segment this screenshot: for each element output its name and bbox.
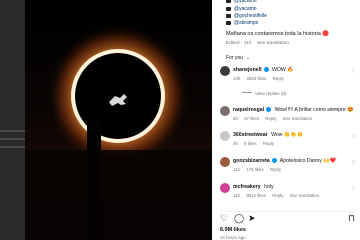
for-you-dropdown[interactable]: For you ⌄ <box>226 55 250 61</box>
heart-icon[interactable]: ♡ <box>352 109 356 115</box>
camera-icon <box>226 7 231 11</box>
avatar[interactable] <box>220 66 230 76</box>
comment-username[interactable]: shanejonell <box>233 67 262 73</box>
share-icon[interactable]: ➤ <box>248 214 256 223</box>
post-sidebar: @yacamo @yacamo @gochestifelle @sbramps … <box>212 0 360 240</box>
post-photo[interactable] <box>25 0 212 240</box>
comment-text: holy <box>264 184 274 190</box>
comment-item: gonzsbizarreta Apoteósico Danny 🙌❤️ 11h … <box>220 157 360 177</box>
ground-shadow <box>25 150 212 240</box>
avatar[interactable] <box>220 183 230 193</box>
comment-item: raquelrosgal Wow!!!!! A brillar como sie… <box>220 106 360 126</box>
comment-username[interactable]: 360streetwear <box>233 132 268 138</box>
heart-icon[interactable]: ♡ <box>352 69 356 75</box>
backdrop-ghost-line <box>0 130 25 132</box>
replies-divider <box>242 92 252 93</box>
comment-likes[interactable]: 3812 likes <box>246 193 266 198</box>
comment-username[interactable]: raquelrosgal <box>233 107 264 113</box>
comment-item: shanejonell WOW 🔥 14h 2863 likes Reply ♡ <box>220 66 360 86</box>
comment-item: 360streetwear Wow 👏👏👏 4h 5 likes Reply ♡ <box>220 131 360 151</box>
verified-badge-icon <box>271 158 277 163</box>
backdrop-ghost-line <box>0 146 25 148</box>
comment-time: 11h <box>233 193 240 198</box>
caption-mention[interactable]: @sbramps <box>226 20 258 26</box>
comment-line: raquelrosgal Wow!!!!! A brillar como sie… <box>233 107 354 113</box>
eclipse-photo-graphic <box>25 24 212 240</box>
avatar[interactable] <box>220 157 230 167</box>
comment-time: 14h <box>233 76 241 81</box>
caption-time: Edited · 11h <box>226 41 252 46</box>
comment-icon[interactable]: ◯ <box>234 214 244 223</box>
instagram-post-view: @yacamo @yacamo @gochestifelle @sbramps … <box>0 0 360 240</box>
caption-text: Mañana os contaremos toda la historia 🔴 <box>226 31 330 37</box>
see-translation-link[interactable]: See translation <box>283 116 312 121</box>
caption-mention[interactable]: @yacamo <box>226 0 257 4</box>
bookmark-icon[interactable]: ⊓ <box>348 214 355 223</box>
comment-text: WOW 🔥 <box>272 67 294 73</box>
comment-text: Apoteósico Danny 🙌❤️ <box>279 158 337 164</box>
comment-likes[interactable]: 176 likes <box>246 167 263 172</box>
post-time-ago: 15 hours ago <box>220 235 246 240</box>
comment-meta: 11h 3812 likes Reply See translation <box>233 193 324 198</box>
chevron-down-icon: ⌄ <box>246 55 250 60</box>
comment-time: 5h <box>233 116 238 121</box>
for-you-label: For you <box>226 55 243 61</box>
avatar[interactable] <box>220 106 230 116</box>
see-translation-link[interactable]: See translation <box>257 41 289 46</box>
view-replies-label: View replies (6) <box>255 91 287 96</box>
verified-badge-icon <box>266 107 272 112</box>
comment-line: 360streetwear Wow 👏👏👏 <box>233 132 303 138</box>
comment-text: Wow!!!!! A brillar como siempre 😍 <box>274 107 354 113</box>
reply-button[interactable]: Reply <box>273 76 284 81</box>
overlay-backdrop[interactable] <box>0 0 25 240</box>
reply-button[interactable]: Reply <box>263 141 274 146</box>
backdrop-ghost-line <box>0 138 25 140</box>
reply-button[interactable]: Reply <box>265 116 276 121</box>
reply-button[interactable]: Reply <box>272 193 283 198</box>
camera-icon <box>226 14 231 18</box>
comment-line: mcfreakery holy <box>233 184 274 190</box>
avatar[interactable] <box>220 131 230 141</box>
heart-icon[interactable]: ♡ <box>352 160 356 166</box>
reply-button[interactable]: Reply <box>270 167 281 172</box>
post-action-bar: ♡ ◯ ➤ ⊓ <box>220 211 356 224</box>
comment-text: Wow 👏👏👏 <box>271 132 304 138</box>
comment-likes[interactable]: 5 likes <box>244 141 256 146</box>
likes-count[interactable]: 6.9M likes <box>220 227 246 233</box>
heart-icon[interactable]: ♡ <box>352 186 356 192</box>
caption-meta: Edited · 11h See translation <box>226 41 289 46</box>
camera-icon <box>226 0 231 3</box>
comment-time: 11h <box>233 167 240 172</box>
caption-mention[interactable]: @gochestifelle <box>226 13 267 19</box>
comment-line: gonzsbizarreta Apoteósico Danny 🙌❤️ <box>233 158 336 164</box>
comment-time: 4h <box>233 141 238 146</box>
comment-line: shanejonell WOW 🔥 <box>233 67 294 73</box>
verified-badge-icon <box>263 67 269 72</box>
caption-mention[interactable]: @yacamo <box>226 6 257 12</box>
comment-likes[interactable]: 37 likes <box>244 116 259 121</box>
comment-meta: 11h 176 likes Reply <box>233 167 286 172</box>
comment-item: mcfreakery holy 11h 3812 likes Reply See… <box>220 183 360 203</box>
heart-icon[interactable]: ♡ <box>352 134 356 140</box>
see-translation-link[interactable]: See translation <box>290 193 319 198</box>
comment-username[interactable]: mcfreakery <box>233 184 261 190</box>
comment-meta: 5h 37 likes Reply See translation <box>233 116 317 121</box>
view-replies-button[interactable]: View replies (6) <box>242 91 287 96</box>
camera-icon <box>226 21 231 25</box>
comment-meta: 4h 5 likes Reply <box>233 141 279 146</box>
comment-meta: 14h 2863 likes Reply <box>233 76 289 81</box>
comment-likes[interactable]: 2863 likes <box>247 76 267 81</box>
heart-icon[interactable]: ♡ <box>220 214 228 223</box>
comment-username[interactable]: gonzsbizarreta <box>233 158 270 164</box>
